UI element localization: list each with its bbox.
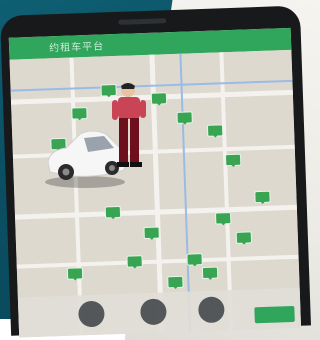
car-location-marker[interactable]: [104, 205, 122, 219]
car-location-marker[interactable]: [66, 267, 84, 280]
car-location-marker[interactable]: [71, 107, 88, 120]
car-location-marker[interactable]: [254, 190, 271, 204]
car-location-marker[interactable]: [206, 124, 224, 137]
home-icon[interactable]: [78, 300, 105, 328]
car-location-marker[interactable]: [224, 153, 242, 167]
car-location-marker[interactable]: [143, 226, 160, 240]
phone-speaker: [118, 18, 167, 25]
car-location-marker[interactable]: [214, 212, 232, 225]
confirm-button[interactable]: [254, 305, 295, 324]
car-location-marker[interactable]: [186, 253, 203, 266]
car-location-marker[interactable]: [235, 231, 253, 244]
car-location-marker[interactable]: [176, 111, 193, 124]
car-location-marker[interactable]: [126, 255, 143, 268]
search-icon[interactable]: [139, 298, 167, 326]
miniature-person-figure: [112, 83, 146, 167]
car-location-marker[interactable]: [201, 266, 219, 280]
app-title: 约租车平台: [48, 41, 105, 55]
target-icon[interactable]: [197, 296, 225, 324]
car-location-marker[interactable]: [167, 275, 184, 289]
